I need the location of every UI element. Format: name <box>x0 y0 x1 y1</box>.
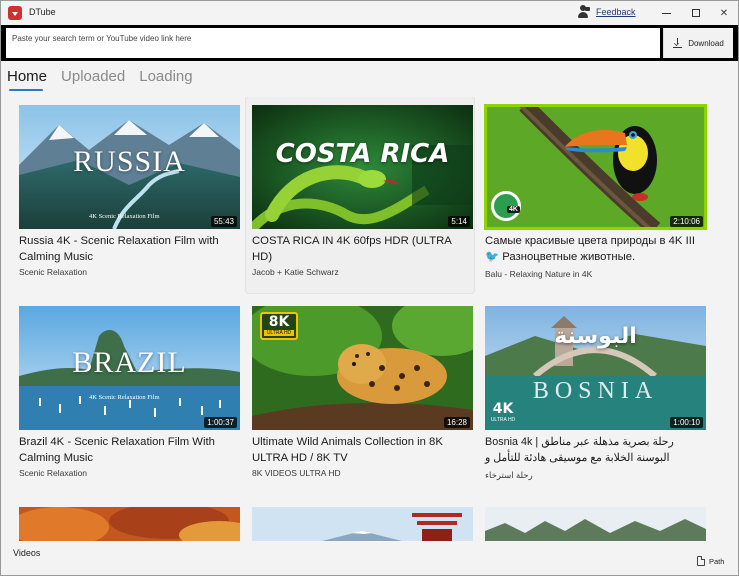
video-card[interactable]: البوسنة BOSNIA 4K ULTRA HD 1:00:10 Bosni… <box>479 298 707 494</box>
close-button[interactable]: ✕ <box>709 1 738 25</box>
tab-bar: Home Uploaded Loading <box>7 68 193 91</box>
video-card[interactable]: BRAZIL 4K Scenic Relaxation Film 1:00:37… <box>13 298 241 494</box>
close-icon: ✕ <box>719 7 729 19</box>
video-duration: 1:00:37 <box>204 417 237 428</box>
video-channel[interactable]: 8K VIDEOS ULTRA HD <box>252 468 341 478</box>
video-channel[interactable]: Scenic Relaxation <box>19 267 87 277</box>
download-icon <box>673 38 683 48</box>
video-channel[interactable]: رحلة استرخاء <box>485 470 533 481</box>
video-thumbnail[interactable]: البوسنة BOSNIA 4K ULTRA HD 1:00:10 <box>485 306 706 430</box>
4k-badge: 4K <box>491 191 521 221</box>
video-card[interactable] <box>479 499 707 541</box>
dtube-logo-icon <box>8 6 22 20</box>
person-feedback-icon <box>578 5 590 19</box>
video-title[interactable]: Самые красивые цвета природы в 4K III 🐦 … <box>485 233 705 265</box>
video-title[interactable]: Russia 4K - Scenic Relaxation Film with … <box>19 233 239 265</box>
app-window: DTube Feedback ✕ Download Home Uploaded … <box>0 0 739 576</box>
thumbnail-title-text: BRAZIL <box>72 346 187 379</box>
search-bar: Download <box>1 25 738 61</box>
autumn-forest-thumbnail-image <box>19 507 240 541</box>
video-card[interactable]: 8K ULTRA HD 16:28 Ultimate Wild Animals … <box>246 298 474 494</box>
status-bar: Videos Path <box>1 541 738 575</box>
thumbnail-title-text: COSTA RICA <box>275 139 450 169</box>
ultra-hd-badge-label: ULTRA HD <box>264 330 294 336</box>
tab-uploaded[interactable]: Uploaded <box>61 68 125 91</box>
thumbnail-subtitle-text: 4K Scenic Relaxation Film <box>89 213 160 220</box>
karst-mountains-thumbnail-image <box>485 507 706 541</box>
mount-fuji-pagoda-thumbnail-image <box>252 507 473 541</box>
videos-label: Videos <box>13 548 41 558</box>
download-label: Download <box>688 38 724 48</box>
thumbnail-subtitle-text: 4K Scenic Relaxation Film <box>89 394 160 401</box>
video-card[interactable]: 4K 2:10:06 Самые красивые цвета природы … <box>479 97 707 293</box>
video-duration: 1:00:10 <box>670 417 703 428</box>
video-thumbnail[interactable]: RUSSIA 4K Scenic Relaxation Film 55:43 <box>19 105 240 229</box>
video-thumbnail[interactable]: 4K 2:10:06 <box>484 104 707 230</box>
video-title[interactable]: Brazil 4K - Scenic Relaxation Film With … <box>19 434 239 466</box>
video-thumbnail[interactable]: COSTA RICA 5:14 <box>252 105 473 229</box>
download-button[interactable]: Download <box>663 28 733 58</box>
minimize-button[interactable] <box>651 1 681 25</box>
tab-home[interactable]: Home <box>7 68 47 91</box>
video-channel[interactable]: Scenic Relaxation <box>19 468 87 478</box>
tab-loading[interactable]: Loading <box>139 68 192 91</box>
feedback-link[interactable]: Feedback <box>578 5 636 19</box>
video-channel[interactable]: Jacob + Katie Schwarz <box>252 267 339 277</box>
video-card[interactable] <box>246 499 474 541</box>
video-card[interactable] <box>13 499 241 541</box>
thumbnail-title-text: BOSNIA <box>532 378 659 404</box>
8k-badge-label: 8K <box>268 314 290 330</box>
4k-ultra-hd-badge: 4K ULTRA HD <box>489 402 517 426</box>
4k-badge-label: 4K <box>507 206 520 213</box>
video-title[interactable]: Bosnia 4k | رحلة بصرية مذهلة عبر مناطق ا… <box>485 434 705 466</box>
ultra-hd-badge-label: ULTRA HD <box>490 417 516 423</box>
path-label: Path <box>709 556 725 566</box>
video-title[interactable]: COSTA RICA IN 4K 60fps HDR (ULTRA HD) <box>252 233 472 265</box>
video-thumbnail[interactable] <box>252 507 473 541</box>
video-title[interactable]: Ultimate Wild Animals Collection in 8K U… <box>252 434 472 466</box>
maximize-button[interactable] <box>681 1 711 25</box>
video-duration: 16:28 <box>443 417 470 428</box>
4k-badge-label: 4K <box>492 401 514 417</box>
title-bar: DTube Feedback ✕ <box>1 1 738 25</box>
feedback-label: Feedback <box>596 7 636 17</box>
video-duration: 2:10:06 <box>670 216 703 227</box>
video-duration: 55:43 <box>210 216 237 227</box>
video-thumbnail[interactable] <box>485 507 706 541</box>
video-grid: RUSSIA 4K Scenic Relaxation Film 55:43 R… <box>13 97 713 541</box>
video-thumbnail[interactable]: 8K ULTRA HD 16:28 <box>252 306 473 430</box>
video-channel[interactable]: Balu - Relaxing Nature in 4K <box>485 269 592 279</box>
search-input[interactable] <box>6 28 660 58</box>
app-title: DTube <box>29 7 56 17</box>
path-button[interactable]: Path <box>697 556 724 566</box>
video-thumbnail[interactable] <box>19 507 240 541</box>
document-icon <box>697 556 705 566</box>
video-card[interactable]: COSTA RICA 5:14 COSTA RICA IN 4K 60fps H… <box>246 97 474 293</box>
video-thumbnail[interactable]: BRAZIL 4K Scenic Relaxation Film 1:00:37 <box>19 306 240 430</box>
video-duration: 5:14 <box>448 216 470 227</box>
8k-ultra-hd-badge: 8K ULTRA HD <box>260 312 298 340</box>
thumbnail-title-text: RUSSIA <box>73 145 186 178</box>
thumbnail-arabic-title-text: البوسنة <box>554 324 637 349</box>
video-card[interactable]: RUSSIA 4K Scenic Relaxation Film 55:43 R… <box>13 97 241 293</box>
maximize-icon <box>692 9 700 17</box>
minimize-icon <box>661 12 671 14</box>
